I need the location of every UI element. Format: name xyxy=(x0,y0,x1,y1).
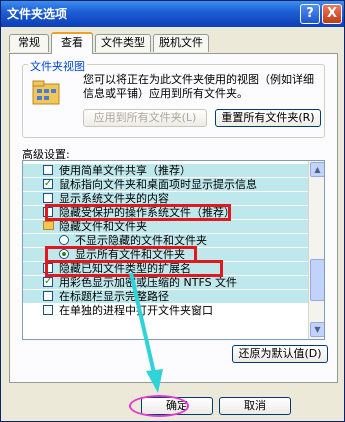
annotation-arrow-icon xyxy=(129,272,163,393)
tab-view[interactable]: 查看 xyxy=(51,32,93,54)
folder-options-dialog: 文件夹选项 ? X 常规 查看 文件类型 脱机文件 文件夹视图 您可以将正在为此… xyxy=(0,0,345,422)
